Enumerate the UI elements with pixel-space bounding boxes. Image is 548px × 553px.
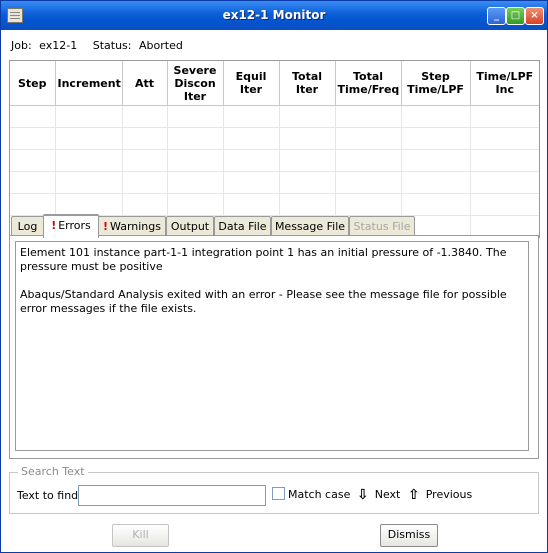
error-message: Abaqus/Standard Analysis exited with an … (20, 288, 507, 315)
warning-alert-icon: ! (103, 220, 109, 233)
tab-status-file: Status File (349, 216, 415, 236)
tab-log[interactable]: Log (11, 216, 44, 236)
arrow-up-icon: ⇧ (408, 487, 420, 503)
table-row (10, 171, 539, 194)
close-button[interactable]: × (525, 7, 544, 25)
status-value: Aborted (139, 39, 183, 52)
find-input[interactable] (78, 485, 266, 506)
window-title: ex12-1 Monitor (222, 8, 326, 22)
error-alert-icon: ! (51, 219, 57, 232)
table-row (10, 149, 539, 172)
previous-label: Previous (425, 488, 473, 501)
monitor-window: ex12-1 Monitor _ □ × Job: ex12-1 Status:… (0, 0, 548, 553)
error-message: Element 101 instance part-1-1 integratio… (20, 246, 507, 273)
tab-warnings[interactable]: ! Warnings (98, 216, 166, 236)
tab-message-file[interactable]: Message File (271, 216, 349, 236)
step-table: Step Increment Att Severe Discon Iter Eq… (9, 60, 540, 238)
match-case-label: Match case (288, 488, 351, 501)
monitor-content: Job: ex12-1 Status: Aborted Step Increme… (1, 30, 547, 552)
find-label: Text to find: (17, 489, 82, 502)
tab-output-label: Output (170, 220, 210, 233)
errors-text-area[interactable]: Element 101 instance part-1-1 integratio… (15, 241, 529, 451)
dismiss-button[interactable]: Dismiss (380, 524, 438, 547)
column-header-equil-iter[interactable]: Equil Iter (223, 61, 280, 106)
status-label: Status: (92, 39, 132, 52)
next-label: Next (374, 488, 401, 501)
search-text-group: Search Text Text to find: Match case ⇩ Ne… (9, 465, 539, 514)
job-info: Job: ex12-1 Status: Aborted (11, 39, 187, 52)
table-row (10, 127, 539, 150)
table-header-row: Step Increment Att Severe Discon Iter Eq… (10, 61, 539, 106)
tab-output[interactable]: Output (166, 216, 214, 236)
previous-button[interactable]: ⇧ Previous (408, 487, 472, 503)
maximize-button[interactable]: □ (506, 7, 525, 25)
column-header-att[interactable]: Att (122, 61, 168, 106)
tab-data-file-label: Data File (218, 220, 267, 233)
tab-message-file-label: Message File (274, 220, 346, 233)
title-bar[interactable]: ex12-1 Monitor _ □ × (1, 1, 547, 30)
next-button[interactable]: ⇩ Next (357, 487, 400, 503)
job-value: ex12-1 (39, 39, 78, 52)
column-header-severe-discon-iter[interactable]: Severe Discon Iter (167, 61, 224, 106)
tab-errors-label: Errors (58, 219, 91, 232)
tab-data-file[interactable]: Data File (214, 216, 271, 236)
column-header-total-time-freq[interactable]: Total Time/Freq (335, 61, 402, 106)
column-header-total-iter[interactable]: Total Iter (279, 61, 336, 106)
tab-warnings-label: Warnings (110, 220, 161, 233)
column-header-step[interactable]: Step (10, 61, 56, 106)
arrow-down-icon: ⇩ (357, 487, 369, 503)
kill-button: Kill (112, 524, 169, 547)
column-header-step-time-lpf[interactable]: Step Time/LPF (401, 61, 471, 106)
column-header-time-lpf-inc[interactable]: Time/LPF Inc (470, 61, 539, 106)
search-legend: Search Text (18, 465, 88, 478)
tab-log-label: Log (17, 220, 38, 233)
column-header-increment[interactable]: Increment (55, 61, 123, 106)
errors-pane: Element 101 instance part-1-1 integratio… (9, 235, 539, 459)
tab-errors[interactable]: ! Errors (43, 214, 99, 238)
match-case-checkbox[interactable] (272, 487, 285, 500)
job-label: Job: (11, 39, 32, 52)
tab-status-file-label: Status File (353, 220, 411, 233)
table-row (10, 105, 539, 128)
minimize-button[interactable]: _ (487, 7, 506, 25)
table-row (10, 193, 539, 216)
